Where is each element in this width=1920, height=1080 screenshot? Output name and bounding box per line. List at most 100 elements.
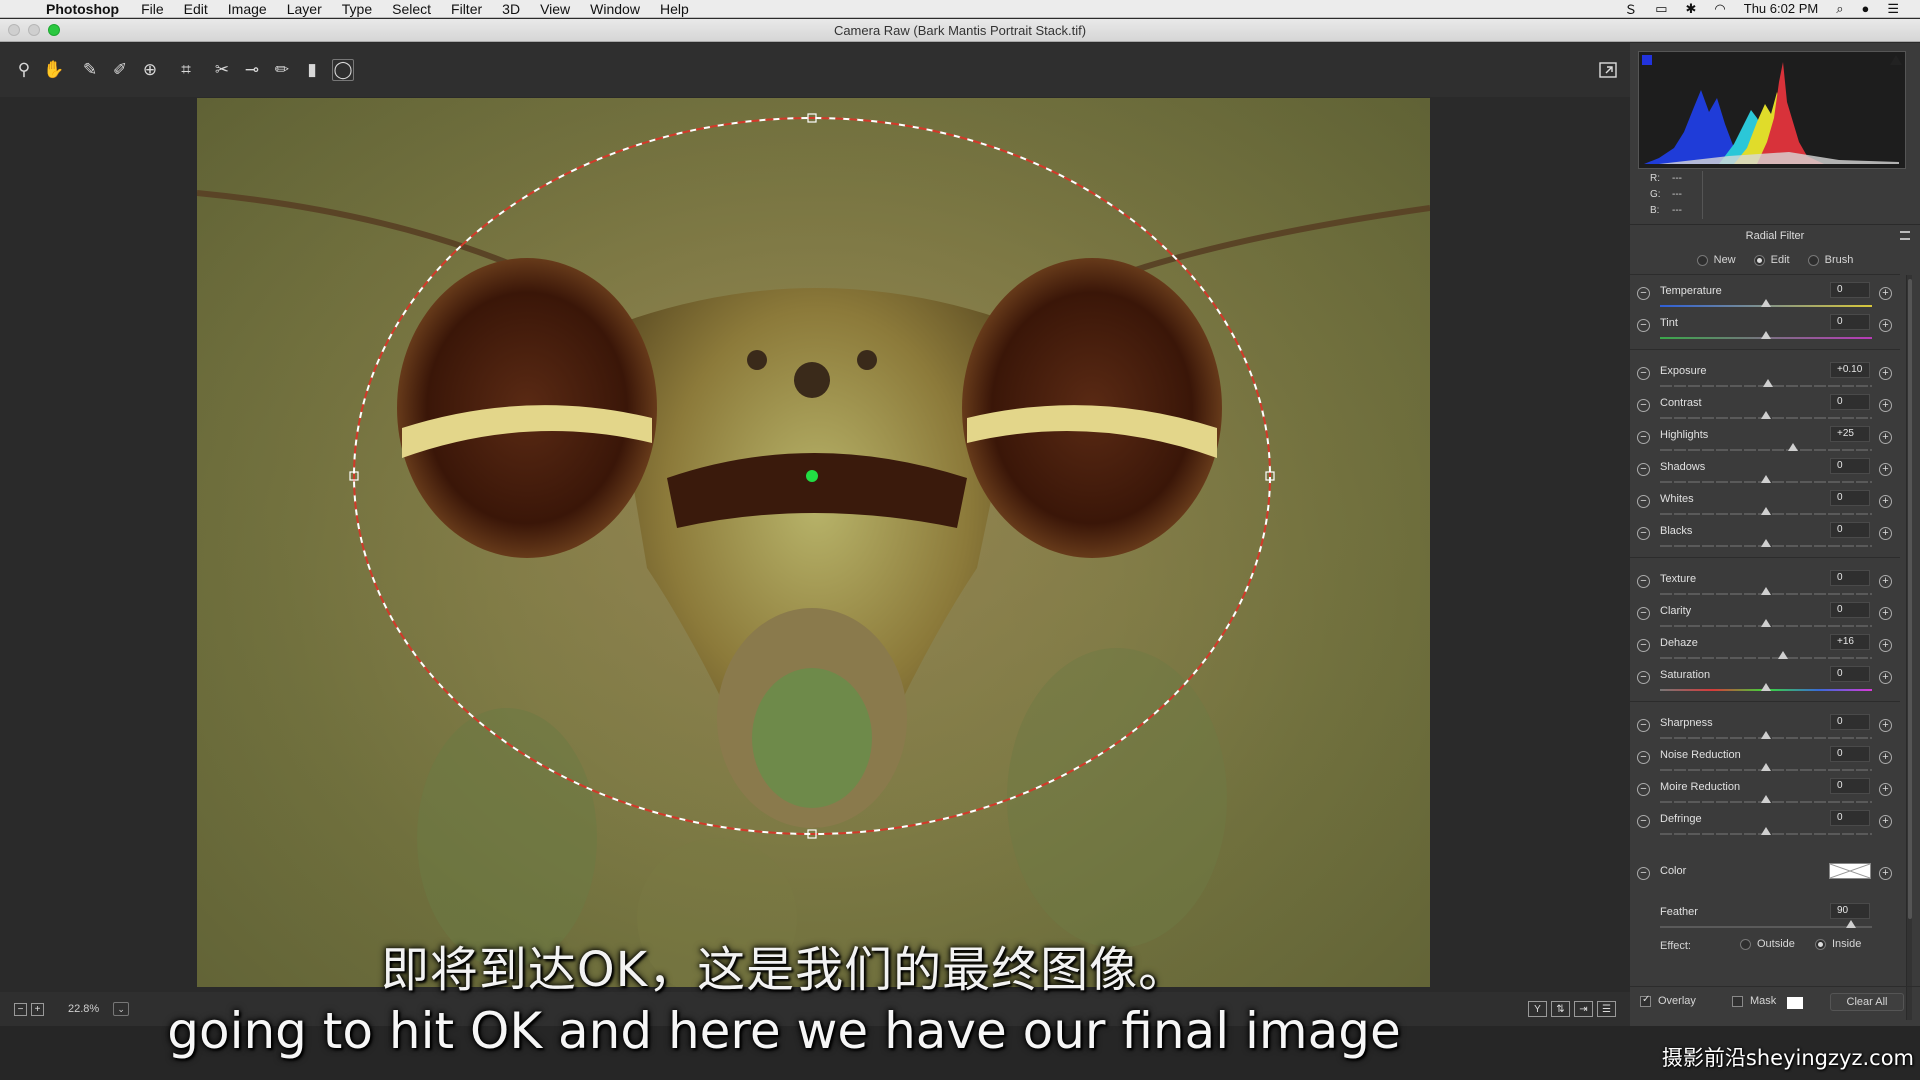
contrast-slider-thumb[interactable] [1761, 411, 1771, 419]
clarity-decrease-icon[interactable]: − [1637, 607, 1650, 620]
sharpness-decrease-icon[interactable]: − [1637, 719, 1650, 732]
dehaze-decrease-icon[interactable]: − [1637, 639, 1650, 652]
defringe-value[interactable]: 0 [1830, 810, 1870, 826]
temperature-increase-icon[interactable]: + [1879, 287, 1892, 300]
mask-check-box[interactable] [1732, 995, 1743, 1007]
app-menu[interactable]: Photoshop [40, 1, 131, 17]
mode-new-radio[interactable]: New [1696, 254, 1736, 266]
contrast-decrease-icon[interactable]: − [1637, 399, 1650, 412]
shadows-decrease-icon[interactable]: − [1637, 463, 1650, 476]
menu-file[interactable]: File [131, 1, 174, 17]
overlay-check-box[interactable] [1640, 994, 1651, 1007]
straighten-icon[interactable]: ✂ [208, 56, 236, 84]
blacks-increase-icon[interactable]: + [1879, 527, 1892, 540]
saturation-value[interactable]: 0 [1830, 666, 1870, 682]
graduated-filter-icon[interactable]: ▮ [298, 56, 326, 84]
menu-layer[interactable]: Layer [277, 1, 332, 17]
saturation-decrease-icon[interactable]: − [1637, 671, 1650, 684]
menu-edit[interactable]: Edit [174, 1, 218, 17]
panel-scrollbar[interactable] [1906, 275, 1912, 1020]
effect-outside-radio[interactable]: Outside [1740, 938, 1795, 950]
dehaze-value[interactable]: +16 [1830, 634, 1870, 650]
effect-outside-dot[interactable] [1740, 938, 1751, 950]
mode-brush-radio[interactable]: Brush [1807, 254, 1853, 266]
tint-increase-icon[interactable]: + [1879, 319, 1892, 332]
color-increase-icon[interactable]: + [1879, 867, 1892, 880]
shadows-value[interactable]: 0 [1830, 458, 1870, 474]
defringe-decrease-icon[interactable]: − [1637, 815, 1650, 828]
mode-edit-dot[interactable] [1753, 254, 1765, 266]
highlights-value[interactable]: +25 [1830, 426, 1870, 442]
panel-menu-icon[interactable] [1900, 231, 1910, 240]
menu-window[interactable]: Window [580, 1, 650, 17]
blacks-value[interactable]: 0 [1830, 522, 1870, 538]
moire-reduction-slider-thumb[interactable] [1761, 795, 1771, 803]
menu-help[interactable]: Help [650, 1, 699, 17]
texture-slider-thumb[interactable] [1761, 587, 1771, 595]
spot-removal-icon[interactable]: ⊸ [238, 56, 266, 84]
temperature-value[interactable]: 0 [1830, 282, 1870, 298]
mode-new-dot[interactable] [1696, 254, 1708, 266]
menu-image[interactable]: Image [218, 1, 277, 17]
overlay-checkbox[interactable]: Overlay [1640, 994, 1696, 1007]
tint-slider-thumb[interactable] [1761, 331, 1771, 339]
dehaze-track[interactable] [1660, 657, 1872, 659]
targeted-adjustment-icon[interactable]: ⊕ [136, 56, 164, 84]
image-canvas[interactable] [0, 97, 1630, 992]
moire-reduction-value[interactable]: 0 [1830, 778, 1870, 794]
texture-value[interactable]: 0 [1830, 570, 1870, 586]
noise-reduction-slider-thumb[interactable] [1761, 763, 1771, 771]
mode-edit-radio[interactable]: Edit [1753, 254, 1790, 266]
defringe-slider-thumb[interactable] [1761, 827, 1771, 835]
white-balance-icon[interactable]: ✎ [76, 56, 104, 84]
menu-filter[interactable]: Filter [441, 1, 492, 17]
radial-filter-icon[interactable]: ◯ [332, 59, 354, 81]
color-swatch[interactable] [1829, 863, 1871, 879]
sharpness-slider-thumb[interactable] [1761, 731, 1771, 739]
sharpness-value[interactable]: 0 [1830, 714, 1870, 730]
contrast-value[interactable]: 0 [1830, 394, 1870, 410]
mode-brush-dot[interactable] [1807, 254, 1819, 266]
highlights-track[interactable] [1660, 449, 1872, 451]
temperature-decrease-icon[interactable]: − [1637, 287, 1650, 300]
color-decrease-icon[interactable]: − [1637, 867, 1650, 880]
highlights-increase-icon[interactable]: + [1879, 431, 1892, 444]
exposure-decrease-icon[interactable]: − [1637, 367, 1650, 380]
menu-select[interactable]: Select [382, 1, 441, 17]
dehaze-increase-icon[interactable]: + [1879, 639, 1892, 652]
mask-checkbox[interactable]: Mask [1732, 995, 1776, 1007]
whites-decrease-icon[interactable]: − [1637, 495, 1650, 508]
exposure-value[interactable]: +0.10 [1830, 362, 1870, 378]
whites-slider-thumb[interactable] [1761, 507, 1771, 515]
tint-value[interactable]: 0 [1830, 314, 1870, 330]
shadows-slider-thumb[interactable] [1761, 475, 1771, 483]
skype-status-icon[interactable]: Ｓ [1615, 0, 1646, 18]
whites-increase-icon[interactable]: + [1879, 495, 1892, 508]
highlights-decrease-icon[interactable]: − [1637, 431, 1650, 444]
menu-type[interactable]: Type [332, 1, 382, 17]
noise-reduction-value[interactable]: 0 [1830, 746, 1870, 762]
feather-value[interactable]: 90 [1830, 903, 1870, 919]
defringe-increase-icon[interactable]: + [1879, 815, 1892, 828]
moire-reduction-increase-icon[interactable]: + [1879, 783, 1892, 796]
menu-view[interactable]: View [530, 1, 580, 17]
clarity-increase-icon[interactable]: + [1879, 607, 1892, 620]
shadows-increase-icon[interactable]: + [1879, 463, 1892, 476]
clarity-slider-thumb[interactable] [1761, 619, 1771, 627]
sharpness-increase-icon[interactable]: + [1879, 719, 1892, 732]
highlight-clipping-icon[interactable] [1890, 55, 1902, 65]
effect-inside-radio[interactable]: Inside [1815, 938, 1861, 950]
spotlight-search-icon[interactable]: ⌕ [1827, 1, 1852, 17]
feather-slider-thumb[interactable] [1845, 920, 1856, 928]
noise-reduction-decrease-icon[interactable]: − [1637, 751, 1650, 764]
preview-image[interactable] [197, 98, 1430, 987]
siri-icon[interactable]: ● [1852, 1, 1878, 16]
texture-increase-icon[interactable]: + [1879, 575, 1892, 588]
hand-icon[interactable]: ✋ [40, 56, 68, 84]
menu-clock[interactable]: Thu 6:02 PM [1735, 1, 1827, 16]
noise-reduction-increase-icon[interactable]: + [1879, 751, 1892, 764]
effect-inside-dot[interactable] [1815, 938, 1826, 950]
crop-icon[interactable]: ⌗ [172, 56, 200, 84]
clarity-value[interactable]: 0 [1830, 602, 1870, 618]
airplay-icon[interactable]: ▭ [1646, 1, 1676, 17]
